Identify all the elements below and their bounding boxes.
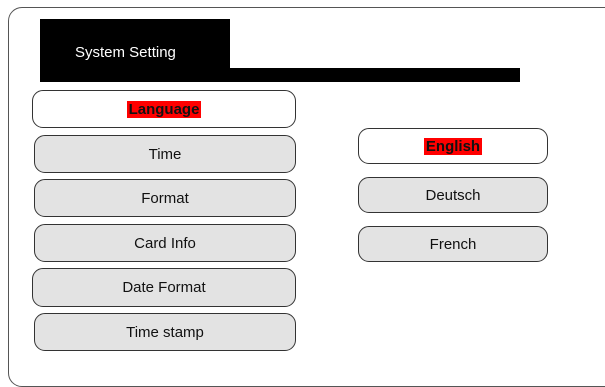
menu-item-time-stamp[interactable]: Time stamp: [34, 313, 296, 351]
menu-item-label: Time stamp: [126, 323, 204, 341]
menu-item-time[interactable]: Time: [34, 135, 296, 173]
option-label: French: [429, 235, 477, 253]
menu-item-language[interactable]: Language: [32, 90, 296, 128]
menu-item-label: Card Info: [134, 234, 196, 252]
page-title: System Setting: [75, 44, 176, 61]
menu-item-label: Format: [141, 189, 189, 207]
option-label: Deutsch: [425, 186, 481, 204]
menu-item-label: Date Format: [122, 279, 206, 296]
menu-item-card-info[interactable]: Card Info: [34, 224, 296, 262]
option-english[interactable]: English: [358, 128, 548, 164]
option-deutsch[interactable]: Deutsch: [358, 177, 548, 213]
menu-item-date-format[interactable]: Date Format: [32, 268, 296, 307]
menu-item-label: Language: [126, 100, 202, 118]
title-bar-line: [228, 68, 520, 82]
menu-item-format[interactable]: Format: [34, 179, 296, 217]
menu-item-label: Time: [148, 145, 182, 163]
option-label: English: [423, 137, 483, 155]
option-french[interactable]: French: [358, 226, 548, 262]
